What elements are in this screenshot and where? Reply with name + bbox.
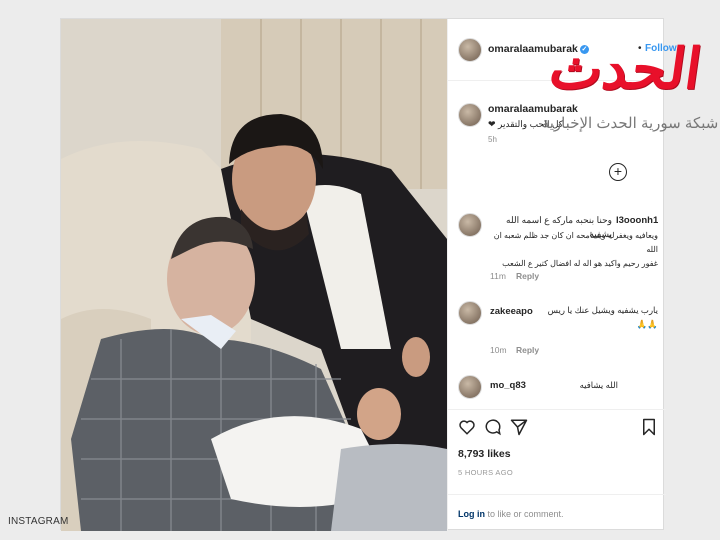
- comment-username[interactable]: zakeeapo: [490, 306, 533, 317]
- caption-avatar[interactable]: [458, 103, 482, 127]
- login-link[interactable]: Log in: [458, 509, 485, 519]
- watermark-tagline: شبكة سورية الحدث الإخبارية: [541, 115, 719, 132]
- comment-time: 10m: [490, 345, 507, 355]
- comment-username[interactable]: l3ooonh1: [616, 215, 658, 226]
- share-icon[interactable]: [510, 418, 528, 436]
- actions-bar: 8,793 likes 5 HOURS AGO Log in to like o…: [448, 409, 666, 531]
- comment-avatar[interactable]: [458, 213, 482, 237]
- comment-text-continued: ويعافيه ويغفرله ويسامحه ان كان جد ظلم شع…: [493, 231, 658, 268]
- post-photo[interactable]: [61, 19, 447, 531]
- like-count[interactable]: 8,793 likes: [458, 448, 511, 460]
- login-row: Log in to like or comment.: [448, 494, 666, 532]
- post-timestamp: 5 HOURS AGO: [458, 468, 513, 477]
- comment-icon[interactable]: [484, 418, 502, 436]
- comment-text: يارب يشفيه ويشيل عنك يا ريس 🙏🙏: [547, 305, 658, 329]
- caption-time: 5h: [488, 135, 497, 144]
- author-avatar[interactable]: [458, 38, 482, 62]
- reply-button[interactable]: Reply: [516, 271, 539, 281]
- login-prompt: Log in to like or comment.: [458, 509, 564, 519]
- comment-avatar[interactable]: [458, 301, 482, 325]
- heart-icon[interactable]: [458, 418, 476, 436]
- watermark-logo: الحدث: [545, 36, 706, 102]
- comment-time: 11m: [490, 271, 506, 281]
- reply-button[interactable]: Reply: [516, 345, 539, 355]
- image-credit: INSTAGRAM: [8, 516, 69, 527]
- site-watermark: الحدث شبكة سورية الحدث الإخبارية: [540, 36, 720, 146]
- comment-username[interactable]: mo_q83: [490, 380, 526, 391]
- bookmark-icon[interactable]: [640, 418, 658, 436]
- comment-text: الله يشافيه: [579, 380, 618, 390]
- load-more-comments-icon[interactable]: +: [609, 163, 627, 181]
- comment-avatar[interactable]: [458, 375, 482, 399]
- photo-illustration: [61, 19, 447, 531]
